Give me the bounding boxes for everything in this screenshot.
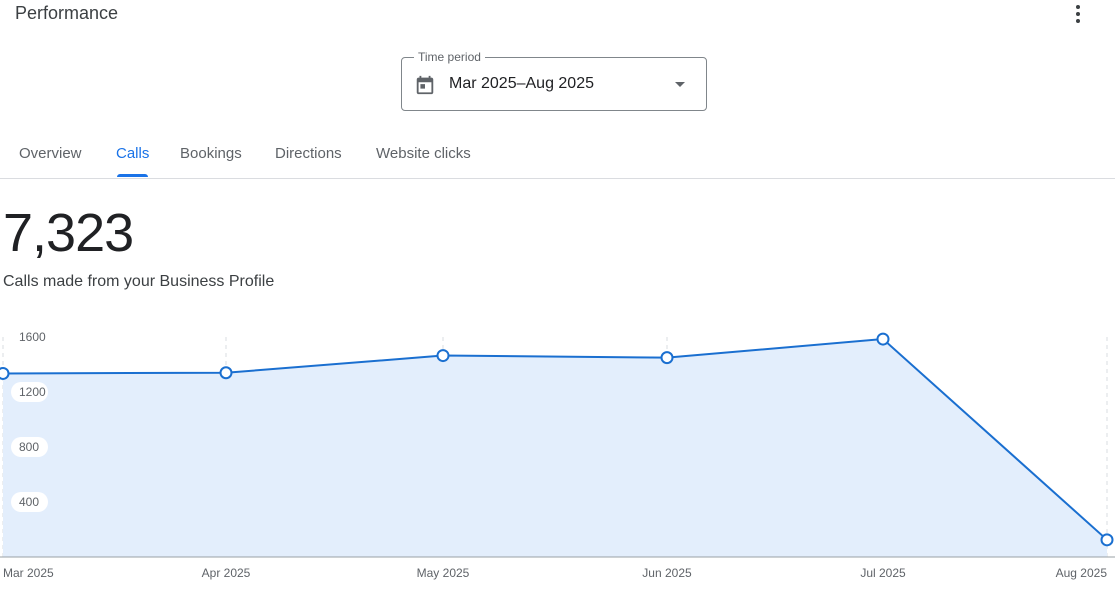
data-point (660, 351, 674, 365)
tab-directions[interactable]: Directions (275, 145, 342, 162)
active-tab-indicator (117, 174, 148, 177)
calendar-icon (416, 75, 434, 95)
tab-bar: Overview Calls Bookings Directions Websi… (0, 130, 1115, 179)
page-title: Performance (15, 3, 119, 23)
tab-website-clicks[interactable]: Website clicks (376, 145, 471, 162)
data-point (0, 366, 10, 380)
tab-calls[interactable]: Calls (116, 145, 149, 162)
data-point (436, 349, 450, 363)
chart-area (3, 339, 1107, 557)
y-tick-label: 400 (19, 495, 39, 509)
data-point (1100, 533, 1114, 547)
calls-chart: 1600 1200 800 400 Mar 2025 Apr 2025 May 2025 Ju… (0, 330, 1115, 580)
y-tick-label: 1600 (19, 330, 46, 344)
tab-overview[interactable]: Overview (19, 145, 82, 162)
x-tick-label: Jun 2025 (642, 566, 692, 580)
y-tick-label: 1200 (19, 385, 46, 399)
more-vert-icon[interactable] (1066, 2, 1090, 26)
calls-description: Calls made from your Business Profile (3, 273, 275, 290)
x-tick-label: Jul 2025 (860, 566, 906, 580)
time-period-value: Mar 2025–Aug 2025 (449, 75, 594, 92)
data-point (219, 366, 233, 380)
time-period-select[interactable]: Time period Mar 2025–Aug 2025 (401, 50, 707, 111)
x-tick-label: Aug 2025 (1056, 566, 1108, 580)
calls-total: 7,323 (3, 203, 134, 263)
time-period-label: Time period (414, 50, 485, 64)
data-point (876, 332, 890, 346)
y-tick-label: 800 (19, 440, 39, 454)
x-tick-label: May 2025 (417, 566, 470, 580)
x-tick-label: Mar 2025 (3, 566, 54, 580)
x-tick-label: Apr 2025 (202, 566, 251, 580)
tab-bookings[interactable]: Bookings (180, 145, 242, 162)
dropdown-arrow-icon (675, 82, 685, 87)
